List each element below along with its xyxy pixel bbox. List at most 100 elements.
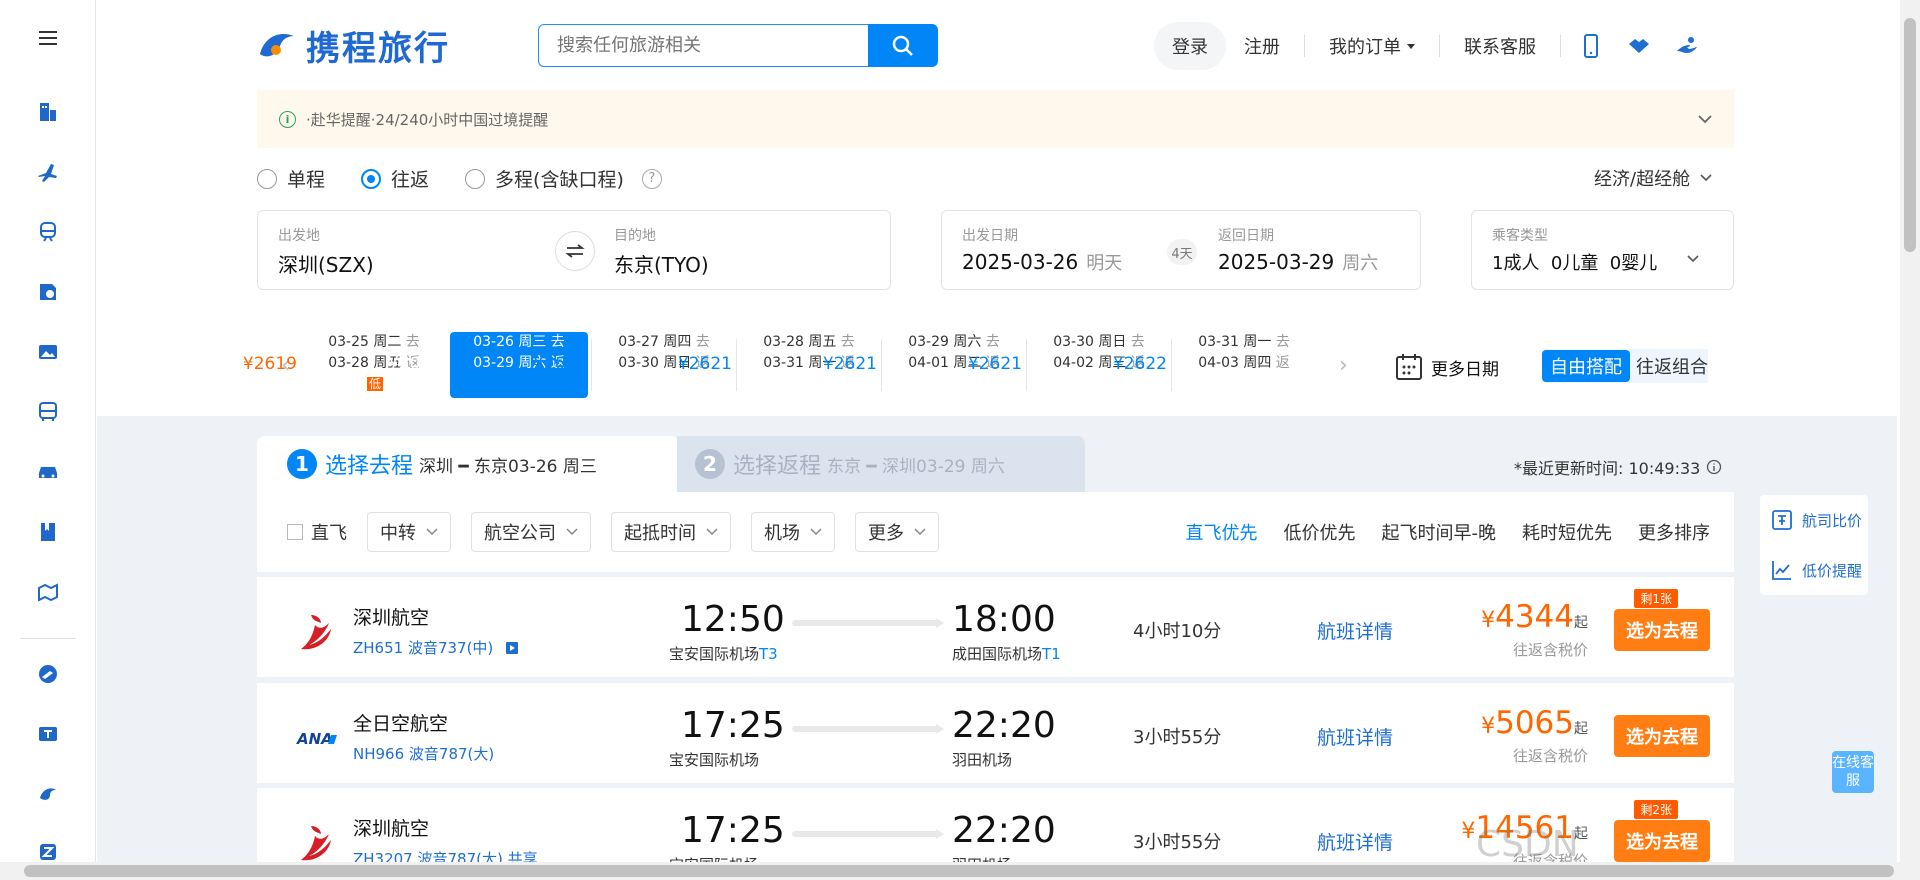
flight-price: 5065 bbox=[1495, 705, 1574, 741]
passenger-select[interactable]: 乘客类型 1成人 0儿童 0婴儿 bbox=[1471, 210, 1734, 290]
flight-number[interactable]: ZH651 波音737(中) bbox=[353, 637, 519, 658]
passenger-value: 1成人 0儿童 0婴儿 bbox=[1492, 253, 1658, 274]
step-select-return[interactable]: 2 选择返程 东京 ━ 深圳03-29 周六 bbox=[677, 436, 1085, 492]
return-date: 2025-03-29 bbox=[1218, 250, 1335, 274]
filter-dropdown[interactable]: 起抵时间 bbox=[611, 512, 731, 552]
radio-round-trip[interactable]: 往返 bbox=[361, 165, 429, 192]
guide-icon[interactable] bbox=[34, 518, 62, 546]
radio-multi-city[interactable]: 多程(含缺口程) bbox=[465, 165, 624, 192]
bus-icon[interactable] bbox=[34, 398, 62, 426]
chevron-down-icon bbox=[426, 528, 438, 536]
flight-detail-link[interactable]: 航班详情 bbox=[1317, 617, 1393, 644]
radio-one-way[interactable]: 单程 bbox=[257, 165, 325, 192]
step-select-outbound[interactable]: 1 选择去程 深圳 ━ 东京03-26 周三 bbox=[257, 436, 679, 492]
depart-date: 2025-03-26 bbox=[962, 250, 1079, 274]
global-search bbox=[538, 24, 938, 67]
go-weekday: 周一 bbox=[1243, 334, 1272, 350]
ctrip-logo[interactable]: 携程旅行 bbox=[256, 22, 450, 69]
flight-track-arrow bbox=[792, 618, 944, 628]
back-date: 03-29 bbox=[473, 355, 514, 371]
date-separator bbox=[881, 339, 882, 391]
dolphin-icon[interactable] bbox=[34, 780, 62, 808]
seats-remaining-badge: 剩2张 bbox=[1634, 800, 1678, 819]
deal-icon[interactable] bbox=[34, 720, 62, 748]
date-separator bbox=[1171, 339, 1172, 391]
step-number: 2 bbox=[695, 449, 725, 479]
filter-dropdown[interactable]: 航空公司 bbox=[471, 512, 591, 552]
filter-dropdown[interactable]: 机场 bbox=[751, 512, 835, 552]
filter-dropdown[interactable]: 中转 bbox=[367, 512, 451, 552]
flight-detail-link[interactable]: 航班详情 bbox=[1317, 723, 1393, 750]
swap-cities-button[interactable] bbox=[555, 231, 595, 271]
register-button[interactable]: 注册 bbox=[1226, 22, 1298, 70]
sort-option[interactable]: 起飞时间早-晚 bbox=[1382, 519, 1497, 545]
price-suffix: 起 bbox=[1574, 721, 1588, 737]
flight-number[interactable]: NH966 波音787(大) bbox=[353, 743, 494, 764]
free-combo-button[interactable]: 自由搭配 往返组合 bbox=[1542, 349, 1708, 383]
go-date: 03-25 bbox=[328, 334, 369, 350]
vertical-scrollbar[interactable] bbox=[1900, 0, 1920, 862]
go-date: 03-29 bbox=[908, 334, 949, 350]
sort-option[interactable]: 直飞优先 bbox=[1186, 519, 1258, 545]
flight-row: ANA 全日空航空 NH966 波音787(大) 17:25 宝安国际机场 22:20 羽田… bbox=[257, 683, 1734, 783]
filter-dropdown[interactable]: 更多 bbox=[855, 512, 939, 552]
cabin-class-select[interactable]: 经济/超经舱 bbox=[1594, 165, 1712, 191]
online-service-button[interactable]: 在线客服 bbox=[1832, 751, 1874, 793]
contact-service-link[interactable]: 联系客服 bbox=[1446, 22, 1554, 70]
train-icon[interactable] bbox=[34, 218, 62, 246]
info-icon[interactable] bbox=[1706, 459, 1722, 475]
attraction-icon[interactable] bbox=[34, 338, 62, 366]
sort-option[interactable]: 更多排序 bbox=[1638, 519, 1710, 545]
sort-option[interactable]: 耗时短优先 bbox=[1522, 519, 1612, 545]
direct-checkbox[interactable] bbox=[287, 524, 303, 540]
chevron-down-icon bbox=[914, 528, 926, 536]
go-tag: 去 bbox=[550, 334, 565, 350]
departure-time: 17:25 bbox=[681, 705, 785, 746]
flight-price: 4344 bbox=[1495, 599, 1574, 635]
date-option[interactable]: 03-31 周一 去 04-03 周四 返 ¥2622 bbox=[1113, 332, 1313, 398]
play-icon[interactable] bbox=[506, 642, 519, 654]
mobile-app-icon[interactable] bbox=[1567, 34, 1615, 58]
airline-compare-button[interactable]: 航司比价 bbox=[1760, 495, 1868, 545]
login-button[interactable]: 登录 bbox=[1154, 22, 1226, 70]
next-dates-arrow-icon[interactable]: › bbox=[1339, 353, 1348, 378]
flight-duration: 4小时10分 bbox=[1133, 621, 1222, 642]
date-separator bbox=[1026, 339, 1027, 391]
more-dates-button[interactable]: 更多日期 bbox=[1395, 353, 1499, 381]
car-icon[interactable] bbox=[34, 458, 62, 486]
go-tag: 去 bbox=[985, 334, 1000, 350]
arrival-airport: 羽田机场 bbox=[952, 751, 1013, 769]
price-suffix: 起 bbox=[1574, 615, 1588, 631]
my-orders-menu[interactable]: 我的订单 bbox=[1311, 22, 1433, 70]
search-button[interactable] bbox=[868, 24, 938, 67]
return-day: 周六 bbox=[1342, 253, 1379, 274]
menu-icon[interactable] bbox=[34, 24, 62, 52]
update-time: *最近更新时间: 10:49:33 bbox=[1514, 455, 1722, 479]
chevron-down-icon[interactable] bbox=[1698, 114, 1712, 124]
help-icon[interactable]: ? bbox=[641, 168, 662, 189]
horizontal-scrollbar[interactable] bbox=[0, 862, 1920, 880]
service-hand-icon[interactable] bbox=[1663, 34, 1711, 58]
handshake-icon[interactable] bbox=[1615, 34, 1663, 58]
select-outbound-button[interactable]: 选为去程 bbox=[1614, 609, 1710, 651]
travel-notice-banner[interactable]: i ·赴华提醒·24/240小时中国过境提醒 bbox=[257, 90, 1734, 148]
logo-text: 携程旅行 bbox=[306, 28, 450, 69]
sort-option[interactable]: 低价优先 bbox=[1284, 519, 1356, 545]
flight-icon[interactable] bbox=[34, 158, 62, 186]
select-outbound-button[interactable]: 选为去程 bbox=[1614, 715, 1710, 757]
flight-number-text: ZH651 波音737(中) bbox=[353, 639, 494, 657]
go-date: 03-30 bbox=[1053, 334, 1094, 350]
step-route: 深圳 ━ 东京03-26 周三 bbox=[419, 456, 597, 477]
hotel-icon[interactable] bbox=[34, 98, 62, 126]
global-icon[interactable] bbox=[34, 660, 62, 688]
visa-icon[interactable] bbox=[34, 578, 62, 606]
svg-text:ANA: ANA bbox=[296, 730, 333, 748]
dolphin-logo-icon bbox=[260, 34, 294, 57]
radio-label: 单程 bbox=[287, 169, 326, 191]
tour-icon[interactable] bbox=[34, 278, 62, 306]
search-input[interactable] bbox=[538, 24, 868, 67]
flight-detail-link[interactable]: 航班详情 bbox=[1317, 828, 1393, 855]
back-tag: 返 bbox=[1275, 355, 1290, 371]
tax-note: 往返含税价 bbox=[1512, 641, 1588, 659]
price-alert-button[interactable]: 低价提醒 bbox=[1760, 545, 1868, 595]
